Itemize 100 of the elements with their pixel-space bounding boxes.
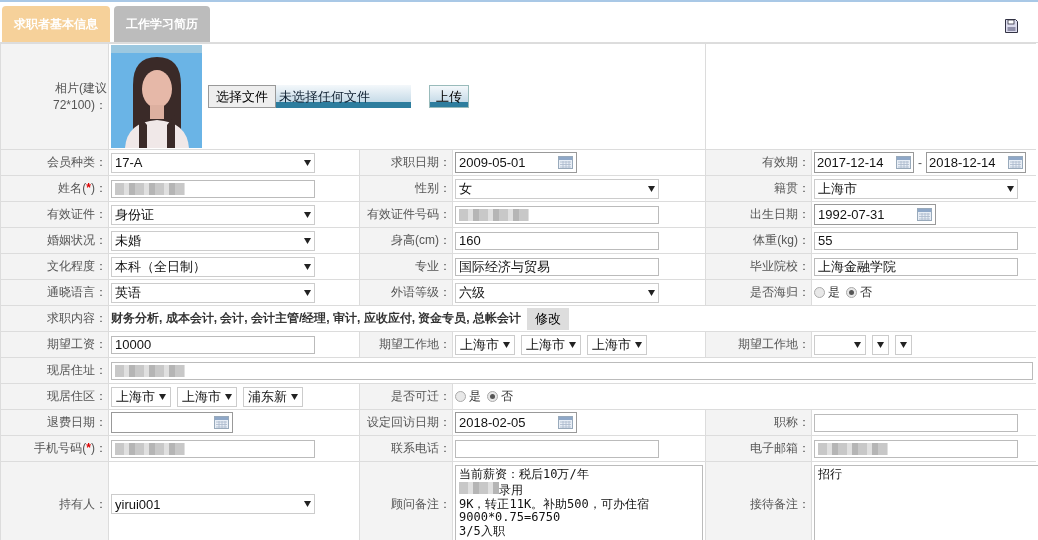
field-label: 手机号码(*)： bbox=[34, 440, 107, 457]
field-label: 通晓语言： bbox=[47, 284, 107, 301]
field-label: 期望工作地： bbox=[379, 336, 451, 353]
text-field[interactable] bbox=[111, 361, 1033, 380]
dropdown[interactable]: 上海市 bbox=[177, 386, 237, 407]
date-field[interactable]: 2017-12-14 bbox=[814, 152, 914, 173]
dropdown[interactable] bbox=[895, 334, 912, 355]
caret-icon bbox=[854, 341, 861, 348]
caret-icon bbox=[900, 341, 907, 348]
calendar-icon[interactable] bbox=[214, 416, 229, 429]
caret-icon bbox=[225, 393, 232, 400]
radio-option[interactable]: 是 bbox=[814, 284, 840, 301]
save-icon[interactable] bbox=[1005, 19, 1018, 33]
dropdown[interactable]: 女 bbox=[455, 178, 659, 199]
date-field[interactable]: 2018-02-05 bbox=[455, 412, 577, 433]
textarea[interactable]: 当前薪资：税后10万/年 录用 9K，转正11K。补助500，可办住宿 9000*0.75=6750 3/5入职 bbox=[455, 465, 703, 540]
field-label: 顾问备注： bbox=[391, 495, 451, 513]
dropdown[interactable]: 本科（全日制） bbox=[111, 256, 315, 277]
field-label: 接待备注： bbox=[750, 495, 810, 513]
field-label: 电子邮箱： bbox=[750, 440, 810, 457]
dropdown[interactable]: 上海市 bbox=[111, 386, 171, 407]
field-label: 现居住址： bbox=[47, 362, 107, 379]
field-label: 有效证件： bbox=[47, 206, 107, 223]
text-field[interactable] bbox=[814, 413, 1018, 432]
dropdown[interactable]: 身份证 bbox=[111, 204, 315, 225]
caret-icon bbox=[291, 393, 298, 400]
radio-button[interactable] bbox=[814, 287, 825, 298]
choose-file-button[interactable]: 选择文件 bbox=[208, 85, 276, 108]
dropdown[interactable] bbox=[872, 334, 889, 355]
field-label: 会员种类： bbox=[47, 154, 107, 171]
dropdown[interactable]: 浦东新 bbox=[243, 386, 303, 407]
field-label: 联系电话： bbox=[391, 440, 451, 457]
caret-icon bbox=[635, 341, 642, 348]
text-field[interactable]: 10000 bbox=[111, 335, 315, 354]
field-label: 有效证件号码： bbox=[367, 206, 451, 223]
text-field[interactable] bbox=[111, 179, 315, 198]
file-status: 未选择任何文件 bbox=[276, 85, 411, 108]
caret-icon bbox=[648, 185, 655, 192]
field-label: 职称： bbox=[774, 414, 810, 431]
dropdown[interactable]: 未婚 bbox=[111, 230, 315, 251]
date-field[interactable]: 2009-05-01 bbox=[455, 152, 577, 173]
dropdown[interactable]: 上海市 bbox=[587, 334, 647, 355]
date-field[interactable]: 1992-07-31 bbox=[814, 204, 936, 225]
dropdown[interactable]: 17-A bbox=[111, 152, 315, 173]
caret-icon bbox=[304, 211, 311, 218]
field-label: 籍贯： bbox=[774, 180, 810, 197]
field-label: 求职内容： bbox=[47, 310, 107, 327]
field-label: 期望工作地： bbox=[738, 336, 810, 353]
text-field[interactable]: 国际经济与贸易 bbox=[455, 257, 659, 276]
field-label: 是否可迁： bbox=[391, 388, 451, 405]
caret-icon bbox=[503, 341, 510, 348]
text-field[interactable] bbox=[111, 439, 315, 458]
field-label: 现居住区： bbox=[47, 388, 107, 405]
calendar-icon[interactable] bbox=[896, 156, 911, 169]
field-label: 相片(建议72*100)： bbox=[51, 79, 107, 114]
field-label: 设定回访日期： bbox=[367, 414, 451, 431]
text-field[interactable] bbox=[455, 439, 659, 458]
field-label: 期望工资： bbox=[47, 336, 107, 353]
field-label: 求职日期： bbox=[391, 154, 451, 171]
radio-option[interactable]: 否 bbox=[846, 284, 872, 301]
field-label: 婚姻状况： bbox=[47, 232, 107, 249]
dropdown[interactable]: 上海市 bbox=[814, 178, 1018, 199]
text-field[interactable] bbox=[814, 439, 1018, 458]
upload-button[interactable]: 上传 bbox=[429, 85, 469, 108]
dropdown[interactable]: 上海市 bbox=[521, 334, 581, 355]
edit-button[interactable]: 修改 bbox=[527, 307, 569, 330]
text-field[interactable]: 55 bbox=[814, 231, 1018, 250]
field-label: 专业： bbox=[415, 258, 451, 275]
range-separator: - bbox=[918, 155, 922, 170]
date-field[interactable]: 2018-12-14 bbox=[926, 152, 1026, 173]
dropdown[interactable]: 六级 bbox=[455, 282, 659, 303]
field-label: 文化程度： bbox=[47, 258, 107, 275]
caret-icon bbox=[304, 263, 311, 270]
date-field[interactable] bbox=[111, 412, 233, 433]
text-field[interactable] bbox=[455, 205, 659, 224]
radio-button[interactable] bbox=[846, 287, 857, 298]
calendar-icon[interactable] bbox=[917, 208, 932, 221]
calendar-icon[interactable] bbox=[558, 416, 573, 429]
calendar-icon[interactable] bbox=[1008, 156, 1023, 169]
radio-button[interactable] bbox=[455, 391, 466, 402]
dropdown[interactable]: yirui001 bbox=[111, 494, 315, 514]
radio-option[interactable]: 是 bbox=[455, 388, 481, 405]
field-label: 体重(kg)： bbox=[753, 232, 810, 249]
text-field[interactable]: 160 bbox=[455, 231, 659, 250]
field-label: 是否海归： bbox=[750, 284, 810, 301]
job-categories: 财务分析, 成本会计, 会计, 会计主管/经理, 审计, 应收应付, 资金专员, 总帐会计 bbox=[111, 310, 521, 327]
caret-icon bbox=[569, 341, 576, 348]
radio-button[interactable] bbox=[487, 391, 498, 402]
field-label: 退费日期： bbox=[47, 414, 107, 431]
textarea[interactable]: 招行 bbox=[814, 465, 1038, 540]
radio-option[interactable]: 否 bbox=[487, 388, 513, 405]
caret-icon bbox=[304, 289, 311, 296]
field-label: 性别： bbox=[415, 180, 451, 197]
calendar-icon[interactable] bbox=[558, 156, 573, 169]
text-field[interactable]: 上海金融学院 bbox=[814, 257, 1018, 276]
dropdown[interactable]: 上海市 bbox=[455, 334, 515, 355]
field-label: 有效期： bbox=[762, 154, 810, 171]
field-label: 外语等级： bbox=[391, 284, 451, 301]
dropdown[interactable]: 英语 bbox=[111, 282, 315, 303]
caret-icon bbox=[1007, 185, 1014, 192]
